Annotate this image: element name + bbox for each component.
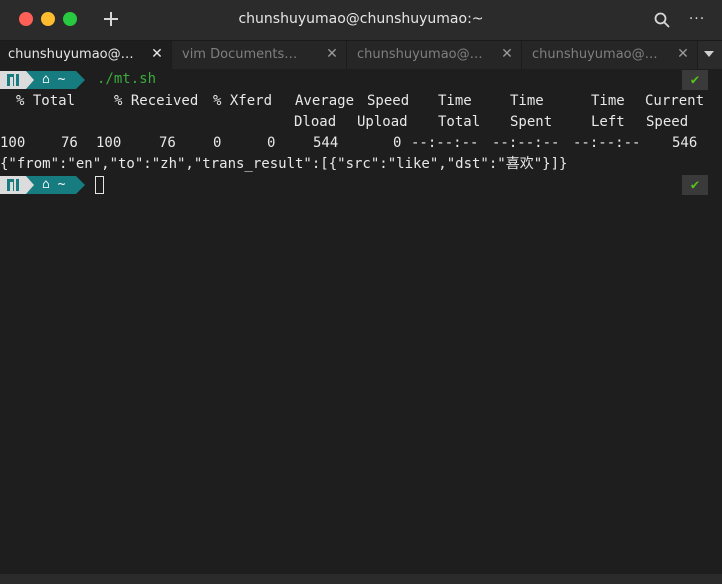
curl-stats-row: 100 76 100 76 0 0 544 0 --:--:-- --:--:-…: [0, 133, 722, 154]
header-cell: Speed: [367, 93, 410, 109]
header-cell: Current: [645, 93, 705, 109]
stat-cell: 0: [393, 135, 402, 151]
curl-header-row: % Total % Received % Xferd Average Speed…: [0, 91, 722, 112]
stat-cell: 76: [159, 135, 176, 151]
tab-terminal-4[interactable]: chunshuyumao@… ✕: [522, 41, 698, 69]
stat-cell: 546: [672, 135, 698, 151]
tab-terminal-1[interactable]: chunshuyumao@… ✕: [0, 41, 172, 69]
header-cell: Average: [295, 93, 355, 109]
header-cell: Spent: [510, 114, 553, 130]
tab-vim-documents[interactable]: vim Documents… ✕: [172, 41, 347, 69]
more-options-icon[interactable]: ···: [686, 10, 708, 28]
tab-bar: chunshuyumao@… ✕ vim Documents… ✕ chunsh…: [0, 40, 722, 69]
check-icon: ✔: [682, 175, 708, 195]
maximize-window-button[interactable]: [63, 12, 77, 26]
tab-close-icon[interactable]: ✕: [500, 41, 514, 69]
terminal-output[interactable]: ⌂ ~ ./mt.sh ✔ % Total % Received % Xferd…: [0, 69, 722, 574]
tab-close-icon[interactable]: ✕: [325, 41, 339, 69]
prompt-segment: ⌂ ~: [0, 175, 90, 195]
tab-close-icon[interactable]: ✕: [150, 41, 164, 69]
stat-cell: 0: [267, 135, 276, 151]
json-output-line: {"from":"en","to":"zh","trans_result":[{…: [0, 156, 568, 172]
title-bar: chunshuyumao@chunshuyumao:~ ···: [0, 0, 722, 40]
tab-label: chunshuyumao@…: [532, 47, 658, 62]
home-directory-label: ⌂ ~: [42, 72, 66, 87]
stat-cell: 100: [96, 135, 122, 151]
stat-cell: 0: [213, 135, 222, 151]
curl-header-row: Dload Upload Total Spent Left Speed: [0, 112, 722, 133]
terminal-window: chunshuyumao@chunshuyumao:~ ··· chunshuy…: [0, 0, 722, 584]
stat-cell: 100: [0, 135, 26, 151]
text-cursor[interactable]: [95, 176, 104, 194]
prompt-separator: [76, 71, 85, 89]
manjaro-logo-icon: [0, 71, 26, 89]
prompt-separator: [76, 176, 85, 194]
header-cell: % Xferd: [213, 93, 273, 109]
close-window-button[interactable]: [19, 12, 33, 26]
stat-cell: --:--:--: [492, 135, 560, 151]
manjaro-logo-icon: [0, 176, 26, 194]
search-icon[interactable]: [653, 11, 671, 29]
header-cell: % Received: [114, 93, 199, 109]
header-cell: Speed: [646, 114, 689, 130]
new-tab-plus-icon[interactable]: [103, 11, 119, 27]
tab-overflow-chevron-down-icon[interactable]: [704, 51, 714, 57]
header-cell: Time: [591, 93, 625, 109]
header-cell: Time: [438, 93, 472, 109]
command-text: ./mt.sh: [97, 71, 157, 87]
window-bottom-edge: [0, 574, 722, 584]
stat-cell: --:--:--: [573, 135, 641, 151]
minimize-window-button[interactable]: [41, 12, 55, 26]
prompt-separator: [26, 71, 34, 89]
tab-close-icon[interactable]: ✕: [676, 41, 690, 69]
home-directory-label: ⌂ ~: [42, 177, 66, 192]
header-cell: % Total: [16, 93, 76, 109]
header-cell: Dload: [294, 114, 337, 130]
prompt-segment: ⌂ ~: [0, 70, 90, 90]
tab-label: chunshuyumao@…: [8, 47, 134, 62]
tab-label: chunshuyumao@…: [357, 47, 483, 62]
check-icon: ✔: [682, 70, 708, 90]
header-cell: Left: [591, 114, 625, 130]
header-cell: Time: [510, 93, 544, 109]
stat-cell: --:--:--: [411, 135, 479, 151]
header-cell: Upload: [357, 114, 408, 130]
stat-cell: 76: [61, 135, 78, 151]
prompt-separator: [26, 176, 34, 194]
stat-cell: 544: [313, 135, 339, 151]
header-cell: Total: [438, 114, 481, 130]
tab-terminal-3[interactable]: chunshuyumao@… ✕: [347, 41, 522, 69]
tab-label: vim Documents…: [182, 47, 298, 62]
